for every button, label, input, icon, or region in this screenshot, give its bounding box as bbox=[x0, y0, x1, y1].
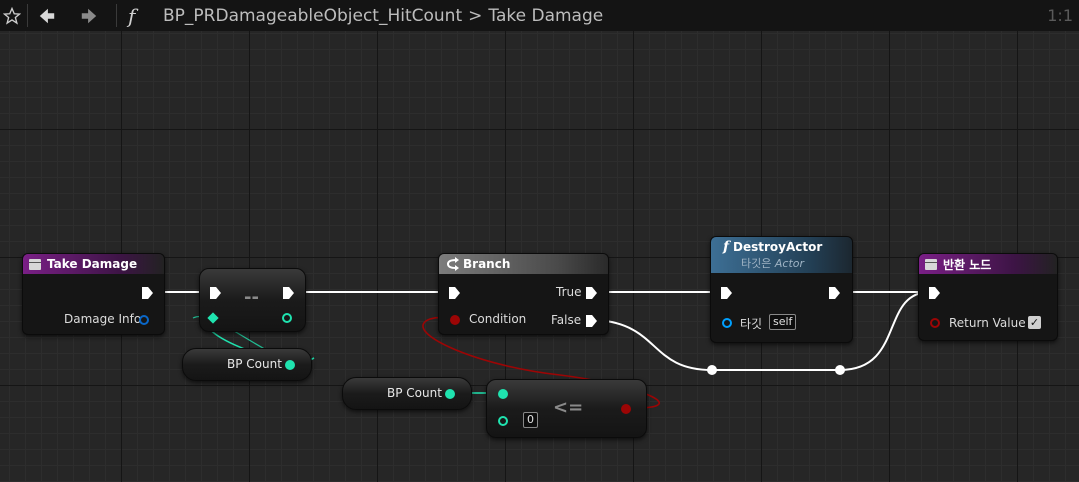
return-value-checkbox[interactable]: ✓ bbox=[1028, 316, 1041, 329]
exec-in-pin[interactable] bbox=[929, 287, 940, 299]
less-equal-node[interactable]: 0 <= bbox=[486, 379, 647, 438]
variable-label: BP Count bbox=[227, 357, 282, 371]
node-title: DestroyActor bbox=[733, 240, 823, 254]
node-header: f DestroyActor 타깃은 Actor bbox=[711, 237, 852, 273]
int-out-pin[interactable] bbox=[285, 360, 295, 370]
exec-out-pin[interactable] bbox=[283, 287, 294, 299]
node-header: 반환 노드 bbox=[919, 254, 1057, 274]
pin-label: Damage Info bbox=[64, 312, 142, 326]
decrement-node[interactable]: -- bbox=[199, 268, 306, 332]
reroute-knot bbox=[707, 365, 717, 375]
exec-in-pin[interactable] bbox=[721, 287, 732, 299]
function-icon: f bbox=[723, 239, 730, 255]
reroute-knot bbox=[835, 365, 845, 375]
target-pin[interactable] bbox=[722, 318, 732, 328]
pin-label: 타깃 bbox=[740, 317, 763, 331]
int-ref-pin[interactable] bbox=[207, 312, 219, 324]
exec-in-pin[interactable] bbox=[449, 287, 460, 299]
node-title: 반환 노드 bbox=[943, 257, 992, 272]
int-a-pin[interactable] bbox=[498, 389, 508, 399]
true-exec-pin[interactable] bbox=[586, 287, 597, 299]
return-node[interactable]: 반환 노드 Return Value ✓ bbox=[918, 253, 1058, 341]
damage-info-pin[interactable] bbox=[139, 315, 149, 325]
node-header: Take Damage bbox=[23, 254, 164, 274]
int-out-pin[interactable] bbox=[445, 389, 455, 399]
operator-label: -- bbox=[244, 287, 259, 308]
event-icon bbox=[29, 258, 41, 270]
node-title: Take Damage bbox=[47, 257, 138, 271]
target-value-box[interactable]: self bbox=[769, 314, 797, 330]
pin-label: Return Value bbox=[949, 316, 1026, 330]
exec-out-pin[interactable] bbox=[829, 287, 840, 299]
bool-out-pin[interactable] bbox=[621, 404, 631, 414]
pin-label: Condition bbox=[469, 312, 527, 326]
int-out-pin[interactable] bbox=[282, 313, 292, 323]
exec-in-pin[interactable] bbox=[210, 287, 221, 299]
false-exec-pin[interactable] bbox=[586, 315, 597, 327]
b-value-box[interactable]: 0 bbox=[523, 412, 538, 428]
node-subtitle: 타깃은 bbox=[741, 257, 772, 270]
return-icon bbox=[925, 258, 937, 270]
node-subtitle-type: Actor bbox=[774, 257, 805, 270]
node-header: Branch bbox=[439, 254, 608, 274]
node-title: Branch bbox=[463, 257, 511, 271]
operator-label: <= bbox=[553, 397, 584, 418]
bp-count-getter[interactable]: BP Count bbox=[182, 348, 312, 381]
branch-icon bbox=[446, 257, 459, 271]
variable-label: BP Count bbox=[387, 386, 442, 400]
pin-label: False bbox=[551, 313, 582, 327]
take-damage-node[interactable]: Take Damage Damage Info bbox=[22, 253, 165, 335]
pin-label: True bbox=[556, 285, 582, 299]
branch-node[interactable]: Branch True Condition False bbox=[438, 253, 609, 335]
bp-count-getter[interactable]: BP Count bbox=[342, 377, 472, 410]
condition-pin[interactable] bbox=[450, 315, 460, 325]
return-value-pin[interactable] bbox=[930, 318, 940, 328]
int-b-pin[interactable] bbox=[498, 416, 508, 426]
destroy-actor-node[interactable]: f DestroyActor 타깃은 Actor 타깃 self bbox=[710, 236, 853, 343]
exec-out-pin[interactable] bbox=[142, 287, 153, 299]
